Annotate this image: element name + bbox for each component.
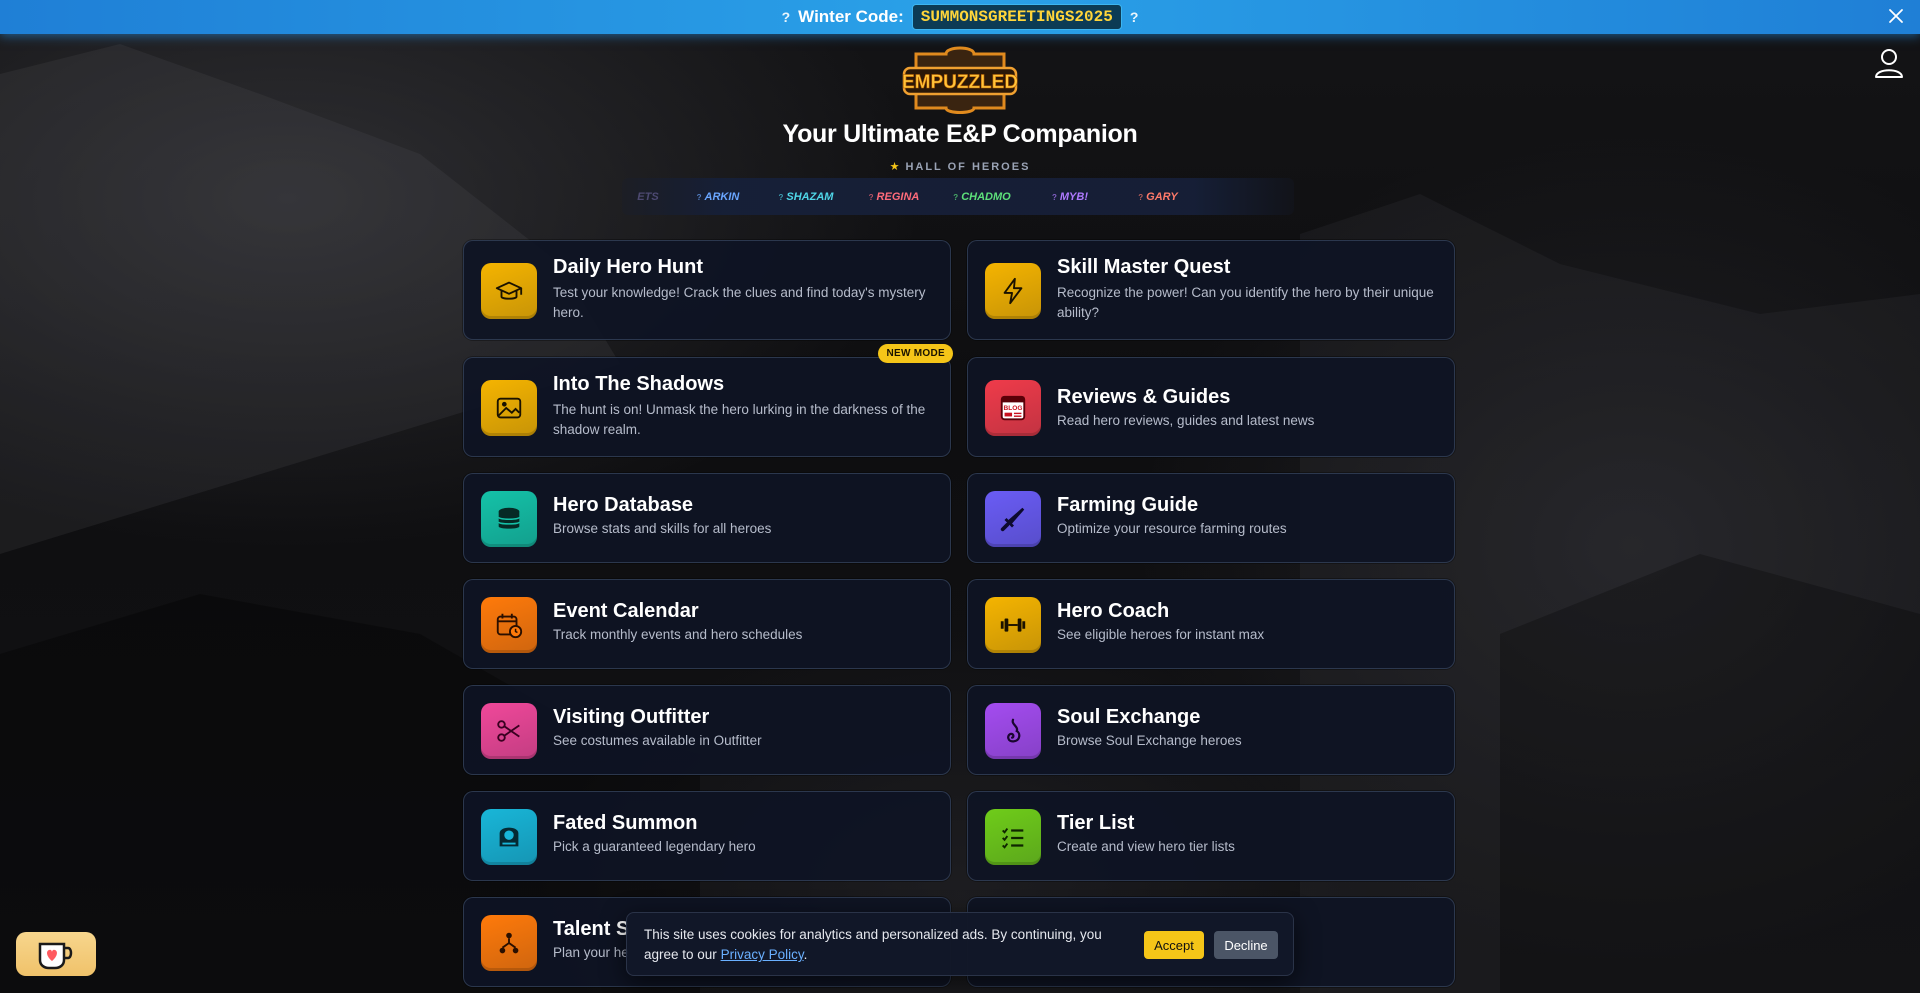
summon-icon [481,809,537,865]
feature-card-title: Event Calendar [553,600,699,622]
feature-card-title: Soul Exchange [1057,706,1201,728]
feature-card-title: Into The Shadows [553,373,725,395]
image-icon [481,380,537,436]
feature-card-description: Optimize your resource farming routes [1057,521,1287,536]
gift-icon: ? [1129,9,1139,25]
feature-card-title: Tier List [1057,812,1135,834]
privacy-policy-link[interactable]: Privacy Policy [721,947,804,962]
sword-icon [985,491,1041,547]
hof-hero-name: ? CHADMO [953,190,1011,203]
hall-of-heroes-label: ★ HALL OF HEROES [889,161,1031,173]
hero-badge-icon: ? [1052,192,1057,202]
feature-card[interactable]: Hero Coach See eligible heroes for instan… [967,579,1455,669]
database-icon [481,491,537,547]
feature-card[interactable]: Hero Database Browse stats and skills for… [463,473,951,563]
feature-card[interactable]: Farming Guide Optimize your resource farm… [967,473,1455,563]
kofi-cup-icon [38,942,73,970]
hof-hero-name: ? SHAZAM [778,190,834,203]
feature-card-title: Talent S [553,918,630,940]
calendar-icon [481,597,537,653]
page-title: Your Ultimate E&P Companion [782,120,1138,148]
hero-badge-icon: ? [1138,192,1144,202]
blog-icon: BLOG [985,380,1041,436]
feature-card-title: Reviews & Guides [1057,386,1231,408]
feature-card-title: Hero Database [553,494,694,516]
lightning-icon [985,263,1041,319]
star-icon: ★ [889,161,900,173]
feature-card-title: Daily Hero Hunt [553,256,704,278]
feature-card-description: Browse stats and skills for all heroes [553,521,772,536]
feature-card-description: Create and view hero tier lists [1057,839,1235,854]
feature-card[interactable]: Daily Hero Hunt Test your knowledge! Crac… [463,240,951,340]
hof-hero-name: ETS [637,190,659,203]
talent-tree-icon [481,915,537,971]
feature-card[interactable]: Soul Exchange Browse Soul Exchange heroes [967,685,1455,775]
cookie-text: This site uses cookies for analytics and… [644,927,1102,962]
feature-card[interactable]: Tier List Create and view hero tier lists [967,791,1455,881]
hof-hero-name: ? REGINA [868,190,920,203]
feature-card[interactable]: Event Calendar Track monthly events and h… [463,579,951,669]
feature-card[interactable]: Visiting Outfitter See costumes available… [463,685,951,775]
feature-card[interactable]: Into The Shadows The hunt is on! Unmask t… [463,344,953,457]
hero-badge-icon: ? [868,192,874,202]
hall-of-heroes-ticker: ETS ? ARKIN ? SHAZAM ? REGINA ? CHADMO ? MYB! ? GARY [622,178,1294,215]
winter-code-value[interactable]: SUMMONSGREETINGS2025 [911,4,1122,30]
promo-banner: ? Winter Code: SUMMONSGREETINGS2025 ? [0,0,1920,34]
close-icon[interactable] [1886,6,1906,26]
feature-card-description: Browse Soul Exchange heroes [1057,733,1242,748]
feature-card-title: Hero Coach [1057,600,1170,622]
feature-card-title: Farming Guide [1057,494,1199,516]
graduation-cap-icon [481,263,537,319]
feature-card-description: Pick a guaranteed legendary hero [553,839,756,854]
feature-card-description: See eligible heroes for instant max [1057,627,1265,642]
decline-cookies-button[interactable]: Decline [1214,931,1278,959]
feature-card[interactable]: Skill Master Quest Recognize the power! C… [967,240,1455,340]
svg-text:BLOG: BLOG [1004,405,1023,412]
hof-hero-name: ? MYB! [1052,190,1088,203]
hero-badge-icon: ? [696,192,702,202]
feature-card-title: Fated Summon [553,812,698,834]
empuzzled-logo[interactable]: EMPUZZLED [902,44,1018,114]
gift-icon: ? [781,9,791,25]
hero-badge-icon: ? [953,192,959,202]
scissors-icon [481,703,537,759]
cookie-consent-banner: This site uses cookies for analytics and… [626,912,1294,976]
hero-badge-icon: ? [778,192,784,202]
hof-hero-name: ? ARKIN [696,190,740,203]
kofi-support-button[interactable] [16,932,96,976]
feature-card-description: The hunt is on! Unmask the hero lurking … [553,402,926,437]
soul-icon [985,703,1041,759]
hof-hero-name: ? GARY [1138,190,1178,203]
new-mode-badge: NEW MODE [878,344,953,363]
logo-text: EMPUZZLED [902,72,1018,93]
feature-card[interactable]: BLOG Reviews & Guides Read hero reviews, g… [967,357,1455,457]
dumbbell-icon [985,597,1041,653]
feature-card-title: Visiting Outfitter [553,706,710,728]
feature-card-description: Recognize the power! Can you identify th… [1057,285,1434,320]
feature-card-description: See costumes available in Outfitter [553,733,762,748]
accept-cookies-button[interactable]: Accept [1144,931,1204,959]
user-account-icon[interactable] [1872,46,1906,80]
feature-card[interactable]: Fated Summon Pick a guaranteed legendary … [463,791,951,881]
winter-code-label: Winter Code: [798,7,904,26]
feature-card-title: Skill Master Quest [1057,256,1231,278]
feature-card-description: Test your knowledge! Crack the clues and… [553,285,926,320]
feature-card-description: Read hero reviews, guides and latest new… [1057,413,1315,428]
checklist-icon [985,809,1041,865]
feature-card-description: Track monthly events and hero schedules [553,627,803,642]
